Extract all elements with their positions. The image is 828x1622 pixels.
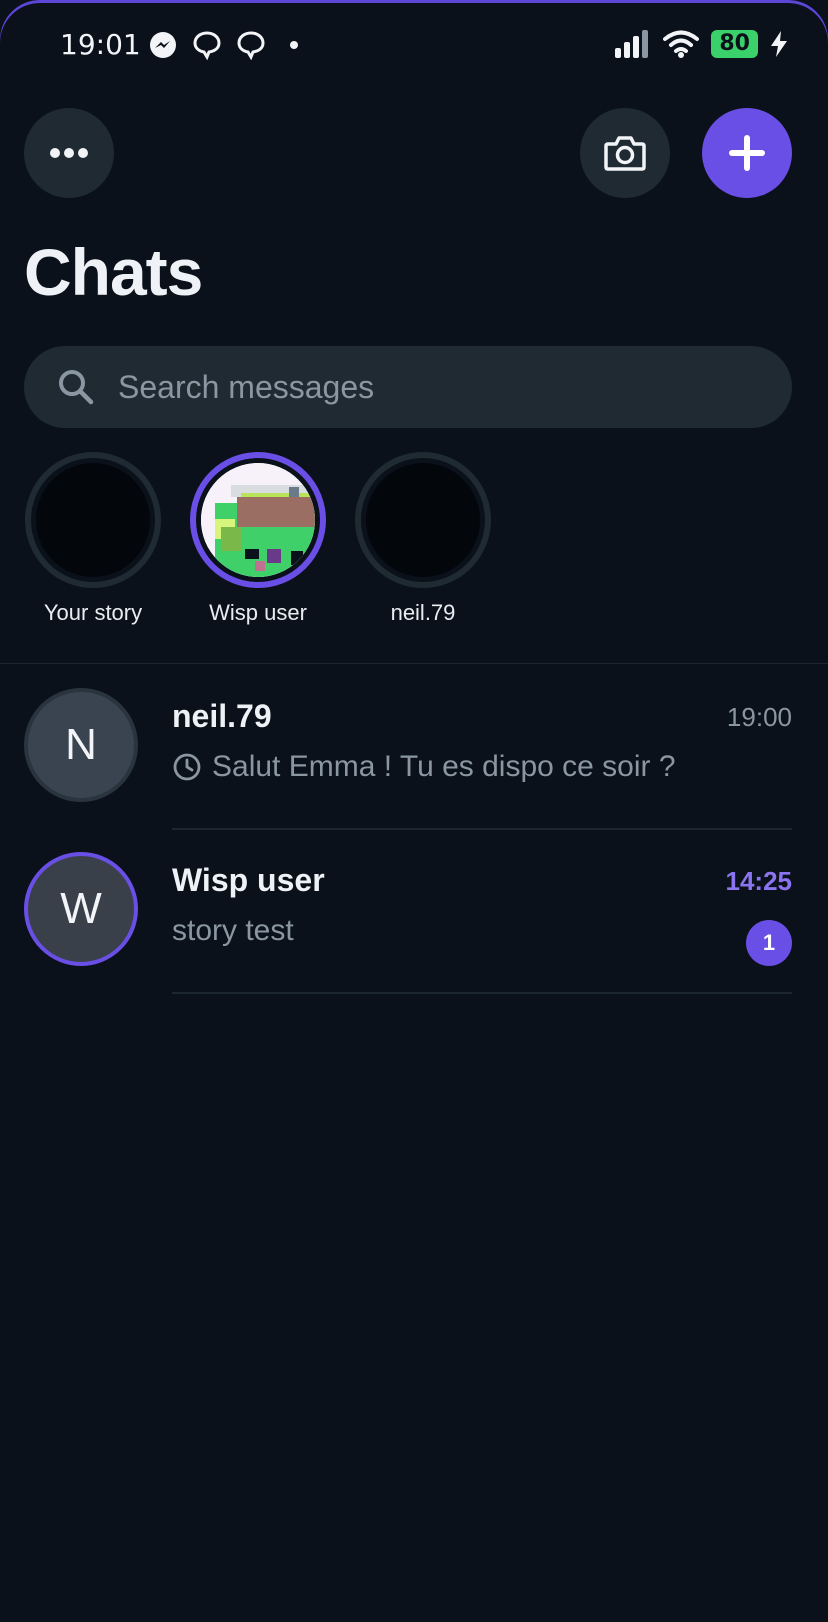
status-time: 19:01 (60, 28, 141, 61)
more-notifications-dot (290, 41, 298, 49)
more-options-button[interactable] (24, 108, 114, 198)
chat-bubble-icon (193, 31, 221, 60)
camera-icon (604, 136, 646, 171)
story-thumbnail (201, 463, 315, 577)
chat-time: 19:00 (726, 702, 792, 732)
chats-screen: 19:01 80 Chats Search messages Your stor… (0, 0, 828, 1622)
more-icon (50, 148, 88, 158)
chat-name: neil.79 (172, 698, 272, 734)
story-ring (25, 452, 161, 588)
story-wisp-user[interactable]: Wisp user (173, 452, 343, 626)
system-icons: 80 (615, 30, 788, 58)
plus-icon (729, 135, 765, 171)
story-avatar (366, 463, 480, 577)
story-ring (355, 452, 491, 588)
chat-row-wisp-user[interactable]: W Wisp user 14:25 story test 1 (0, 830, 828, 994)
chat-name: Wisp user (172, 862, 325, 898)
story-neil-79[interactable]: neil.79 (338, 452, 508, 626)
section-divider (0, 663, 828, 664)
story-label: Your story (43, 600, 143, 625)
new-chat-button[interactable] (702, 108, 792, 198)
chat-preview-text: Salut Emma ! Tu es dispo ce soir ? (212, 750, 676, 783)
unread-badge: 1 (746, 920, 792, 966)
chat-bubble-icon (237, 31, 265, 60)
status-bar: 19:01 80 (0, 0, 828, 92)
page-title: Chats (24, 235, 203, 309)
search-bar[interactable] (24, 346, 792, 428)
chat-row-neil-79[interactable]: N neil.79 19:00 Salut Emma ! Tu es dispo… (0, 666, 828, 830)
notification-icons (148, 30, 298, 60)
story-avatar (36, 463, 150, 577)
clock-icon (173, 753, 201, 781)
search-input[interactable] (118, 368, 738, 406)
messenger-icon (150, 32, 176, 58)
wifi-icon (663, 30, 700, 58)
battery-icon: 80 (711, 30, 758, 58)
story-your-story[interactable]: Your story (8, 452, 178, 626)
search-icon (59, 370, 94, 405)
chat-preview-text: story test (172, 914, 294, 947)
chat-time: 14:25 (725, 866, 793, 896)
camera-button[interactable] (580, 108, 670, 198)
avatar: W (24, 852, 138, 966)
signal-icon (615, 30, 649, 58)
row-divider (172, 992, 792, 994)
story-thumbnail-image (201, 463, 315, 577)
story-label: Wisp user (209, 600, 307, 625)
avatar: N (24, 688, 138, 802)
chat-preview: story test (172, 914, 294, 948)
charging-icon (771, 31, 787, 57)
chat-preview: Salut Emma ! Tu es dispo ce soir ? (172, 750, 676, 784)
story-ring (190, 452, 326, 588)
story-label: neil.79 (390, 600, 456, 625)
